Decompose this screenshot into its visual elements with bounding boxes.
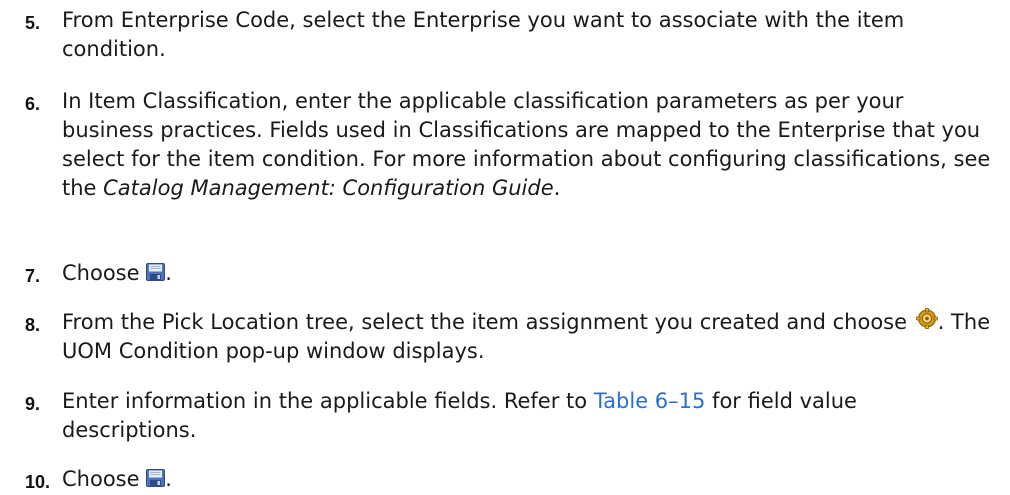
gear-icon xyxy=(916,308,938,329)
step-text: Choose . xyxy=(62,261,172,285)
table-6-15-link[interactable]: Table 6–15 xyxy=(594,389,706,413)
step-number: 6. xyxy=(25,94,41,114)
save-icon xyxy=(146,469,165,487)
step-number: 8. xyxy=(25,315,41,335)
step-text: From the Pick Location tree, select the … xyxy=(62,308,991,363)
step-text: Enter information in the applicable fiel… xyxy=(62,389,857,442)
step-number: 10. xyxy=(25,472,51,492)
step-number: 5. xyxy=(25,13,41,33)
step-text: Choose . xyxy=(62,467,172,491)
guide-title: Catalog Management: Configuration Guide xyxy=(103,176,554,200)
step-text: From Enterprise Code, select the Enterpr… xyxy=(62,8,905,61)
step-text: In Item Classification, enter the applic… xyxy=(62,89,991,200)
step-number: 7. xyxy=(25,266,41,286)
save-icon xyxy=(146,263,165,281)
step-number: 9. xyxy=(25,394,41,414)
